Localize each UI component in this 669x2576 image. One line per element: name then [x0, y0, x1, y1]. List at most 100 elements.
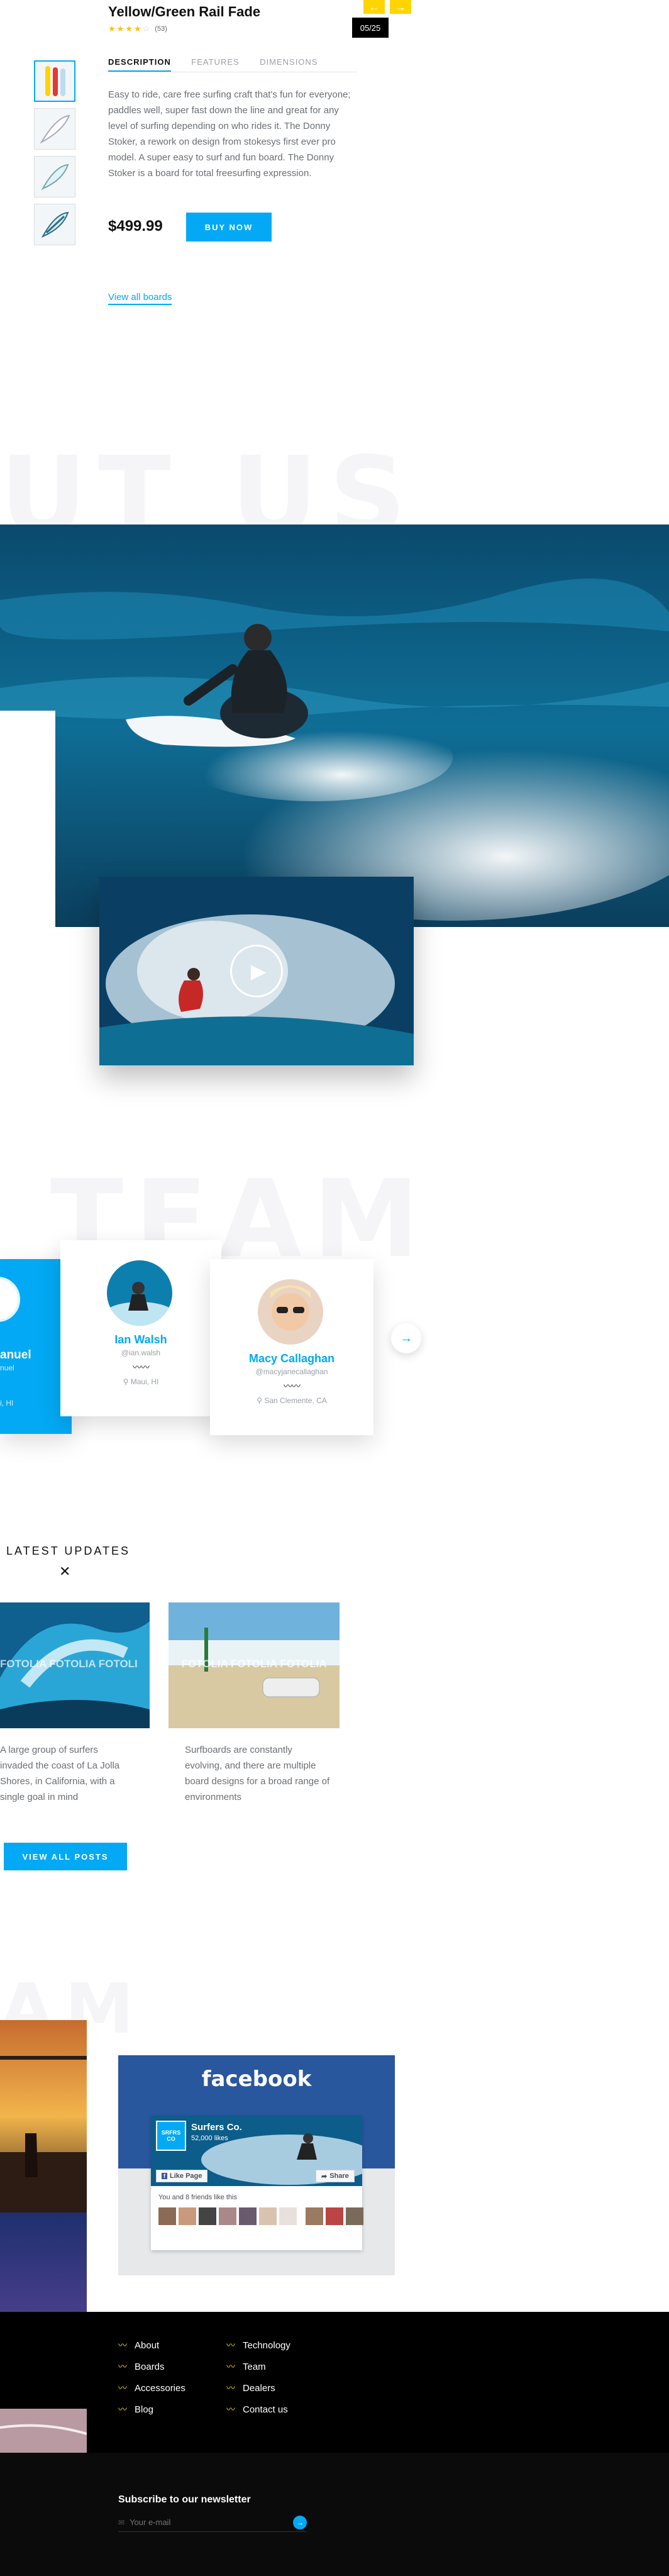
friend-avatar[interactable] [158, 2207, 176, 2225]
wave-divider-icon: 〰〰 [133, 1362, 150, 1372]
next-arrow-button[interactable]: → [390, 0, 411, 14]
friend-avatar[interactable] [306, 2207, 323, 2225]
surfboard-icon [41, 211, 69, 238]
friend-avatar[interactable] [259, 2207, 277, 2225]
play-icon: ▶ [250, 960, 267, 982]
share-button[interactable]: ➦ Share [316, 2170, 355, 2182]
buy-now-button[interactable]: BUY NOW [186, 213, 272, 242]
play-button[interactable]: ▶ [230, 945, 283, 997]
facebook-logo: facebook [201, 2067, 312, 2092]
wave-divider-icon: 〰〰 [284, 1381, 301, 1391]
team-card-macy[interactable]: Macy Callaghan @macyjanecallaghan 〰〰 ⚲ S… [210, 1259, 373, 1435]
thumbnail-3[interactable] [34, 156, 75, 197]
footer-column-1: 〰 About 〰 Boards 〰 Accessories 〰 Blog [118, 2334, 185, 2420]
close-icon[interactable]: ✕ [59, 1563, 70, 1580]
friend-avatar[interactable] [239, 2207, 257, 2225]
tab-dimensions[interactable]: DIMENSIONS [260, 57, 318, 70]
friend-avatar[interactable] [219, 2207, 236, 2225]
member-name: Ian Walsh [114, 1333, 167, 1346]
thumbnail-2[interactable] [34, 108, 75, 150]
post-excerpt-2: Surfboards are constantly evolving, and … [185, 1745, 330, 1802]
friend-avatar[interactable] [279, 2207, 297, 2225]
product-tabs: DESCRIPTION FEATURES DIMENSIONS [108, 57, 357, 72]
page-name[interactable]: Surfers Co. [191, 2122, 242, 2133]
watermark: FOTOLIA FOTOLIA FOTOLIA [181, 1658, 327, 1670]
post-excerpt-1: A large group of surfers invaded the coa… [0, 1745, 120, 1802]
view-all-boards-link[interactable]: View all boards [108, 292, 172, 305]
like-page-label: Like Page [170, 2172, 202, 2180]
post-image-1[interactable]: FOTOLIA FOTOLIA FOTOLI [0, 1602, 150, 1728]
subscribe-button[interactable]: → [293, 2515, 307, 2529]
wave-icon: 〰 [118, 2340, 127, 2350]
hero-white-block [0, 711, 55, 927]
page-likes: 52,000 likes [191, 2135, 228, 2142]
video-thumbnail[interactable]: ▶ [99, 877, 414, 1065]
share-icon: ➦ [321, 2172, 328, 2180]
member-name: anuel [0, 1348, 31, 1362]
avatar [258, 1279, 323, 1345]
gallery-image-sunset[interactable] [0, 2020, 87, 2212]
wave-icon: 〰 [226, 2340, 235, 2350]
email-input[interactable] [130, 2518, 275, 2527]
friends-like-text: You and 8 friends like this [158, 2194, 237, 2201]
thumbnail-1[interactable] [34, 60, 75, 102]
footer-link-label: Technology [243, 2340, 290, 2351]
product-description: Easy to ride, care free surfing craft th… [108, 89, 351, 179]
friend-avatar[interactable] [199, 2207, 216, 2225]
surfboard-icon [41, 164, 69, 191]
newsletter-form: ✉ → [118, 2513, 307, 2532]
location-pin-icon: ⚲ [257, 1396, 263, 1405]
facebook-f-icon: f [162, 2173, 167, 2179]
friend-avatar[interactable] [179, 2207, 196, 2225]
wave-icon: 〰 [226, 2383, 235, 2393]
footer-link-label: Contact us [243, 2404, 288, 2415]
footer-link[interactable]: 〰 Blog [118, 2399, 185, 2420]
member-location: San Clemente, CA [264, 1396, 327, 1405]
facebook-widget: facebook SRFRS CO Surfers Co. 52,000 lik… [118, 2055, 395, 2275]
footer-link[interactable]: 〰 Technology [226, 2334, 290, 2356]
post-image-2[interactable]: FOTOLIA FOTOLIA FOTOLIA [169, 1602, 340, 1728]
wave-icon: 〰 [118, 2404, 127, 2414]
rating-stars: ★★★★☆ [108, 24, 152, 33]
slide-counter: 05/25 [352, 18, 389, 38]
member-location: i, HI [0, 1399, 14, 1407]
product-price: $499.99 [108, 218, 163, 235]
member-handle: @ian.walsh [121, 1348, 161, 1357]
newsletter-title: Subscribe to our newsletter [118, 2494, 251, 2505]
like-page-button[interactable]: f Like Page [156, 2170, 208, 2182]
footer-link[interactable]: 〰 Team [226, 2356, 290, 2377]
arrow-right-icon: → [400, 1331, 412, 1345]
footer-link-label: Accessories [135, 2382, 185, 2394]
rating-count: (53) [155, 25, 167, 33]
watermark: FOTOLIA FOTOLIA FOTOLI [0, 1658, 138, 1670]
thumbnail-list [34, 60, 75, 245]
footer-link[interactable]: 〰 Accessories [118, 2377, 185, 2399]
rating: ★★★★☆ (53) [108, 24, 167, 34]
tab-description[interactable]: DESCRIPTION [108, 57, 171, 72]
avatar [107, 1260, 172, 1326]
wave-icon: 〰 [118, 2362, 127, 2372]
friend-avatars [158, 2207, 363, 2225]
wave-icon: 〰 [226, 2362, 235, 2372]
thumbnail-4[interactable] [34, 204, 75, 245]
member-location-row: ⚲ Maui, HI [60, 1377, 221, 1386]
updates-heading: LATEST UPDATES [6, 1545, 131, 1557]
prev-arrow-button[interactable]: ← [363, 0, 385, 14]
arrow-right-icon: → [296, 2518, 304, 2527]
footer-link[interactable]: 〰 Contact us [226, 2399, 290, 2420]
footer-link[interactable]: 〰 About [118, 2334, 185, 2356]
footer-link-label: Dealers [243, 2382, 275, 2394]
friend-avatar[interactable] [346, 2207, 363, 2225]
tab-features[interactable]: FEATURES [191, 57, 239, 70]
page-badge: SRFRS CO [156, 2121, 186, 2151]
team-card-ian[interactable]: Ian Walsh @ian.walsh 〰〰 ⚲ Maui, HI [60, 1240, 221, 1416]
footer-link[interactable]: 〰 Boards [118, 2356, 185, 2377]
team-next-button[interactable]: → [391, 1323, 421, 1353]
footer-link[interactable]: 〰 Dealers [226, 2377, 290, 2399]
mail-icon: ✉ [118, 2518, 125, 2527]
view-all-posts-button[interactable]: VIEW ALL POSTS [4, 1843, 127, 1870]
wave-icon: 〰 [226, 2404, 235, 2414]
arrow-left-icon: ← [368, 0, 380, 13]
surf-photo [0, 525, 669, 927]
friend-avatar[interactable] [326, 2207, 343, 2225]
